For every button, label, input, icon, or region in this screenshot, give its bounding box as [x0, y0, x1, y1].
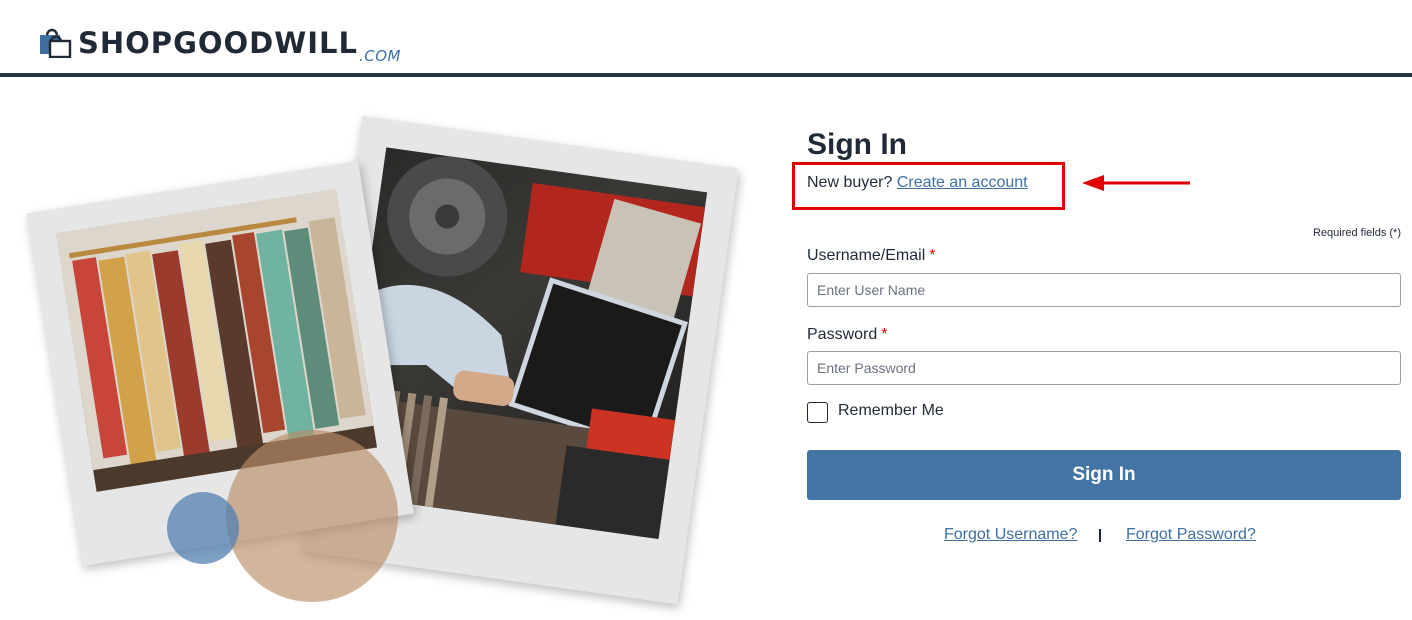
site-logo[interactable]: SHOPGOODWILL .COM — [38, 14, 401, 65]
annotation-arrow-icon — [1082, 175, 1190, 191]
required-star: * — [881, 326, 888, 343]
new-buyer-text: New buyer? — [807, 174, 893, 191]
required-star: * — [929, 247, 936, 264]
password-label: Password * — [807, 325, 887, 345]
new-buyer-prompt: New buyer? Create an account — [807, 173, 1028, 193]
sign-in-button[interactable]: Sign In — [807, 450, 1401, 500]
hero-illustration — [0, 100, 760, 620]
create-account-link[interactable]: Create an account — [897, 174, 1028, 191]
forgot-password-link[interactable]: Forgot Password? — [1126, 526, 1256, 544]
site-header: SHOPGOODWILL .COM — [0, 0, 1412, 77]
shopping-bag-icon — [40, 28, 72, 58]
remember-me-label[interactable]: Remember Me — [838, 401, 944, 421]
decorative-tan-circle — [226, 430, 398, 602]
username-label: Username/Email * — [807, 246, 936, 266]
password-label-text: Password — [807, 326, 878, 343]
username-label-text: Username/Email — [807, 247, 926, 264]
required-fields-note: Required fields (*) — [1312, 227, 1401, 239]
forgot-username-link[interactable]: Forgot Username? — [944, 526, 1077, 544]
forgot-links: Forgot Username? Forgot Password? — [807, 526, 1401, 546]
password-input[interactable] — [807, 351, 1401, 385]
remember-me-checkbox[interactable] — [807, 402, 828, 423]
username-input[interactable] — [807, 273, 1401, 307]
decorative-blue-circle — [167, 492, 239, 564]
link-divider — [1099, 529, 1101, 542]
logo-wordmark: SHOPGOODWILL — [78, 26, 358, 60]
page-title: Sign In — [807, 128, 907, 161]
logo-suffix: .COM — [358, 47, 401, 65]
